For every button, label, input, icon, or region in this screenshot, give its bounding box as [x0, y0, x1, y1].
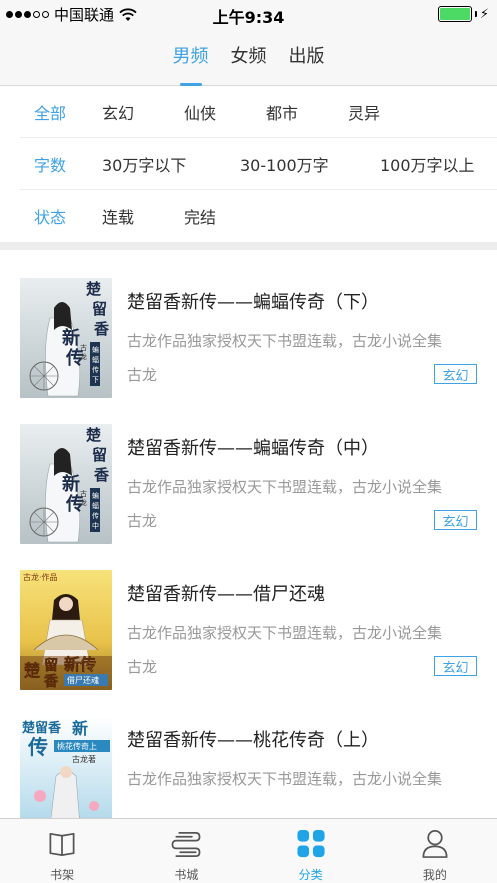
- bottom-tab-bar: 书架 书城 分类 我的: [0, 818, 497, 883]
- book-item[interactable]: 楚 留 香 新 传 蝙 蝠 传 中 古 龙 楚留香新传——蝙蝠传奇（中） 古龙作…: [0, 396, 497, 544]
- svg-text:香: 香: [94, 320, 109, 338]
- nav-label: 书架: [50, 868, 75, 882]
- filter-lingyi[interactable]: 灵异: [348, 100, 430, 124]
- book-author: 古龙: [127, 658, 158, 676]
- filter-under-30w[interactable]: 30万字以下: [102, 152, 240, 176]
- book-title[interactable]: 楚留香新传——桃花传奇（上）: [127, 726, 379, 752]
- svg-text:蝠: 蝠: [92, 502, 99, 510]
- filter-serial[interactable]: 连载: [102, 204, 184, 228]
- filter-xianxia[interactable]: 仙侠: [184, 100, 266, 124]
- wordcount-label: 字数: [34, 155, 67, 175]
- svg-text:传: 传: [92, 511, 99, 520]
- tab-publish[interactable]: 出版: [289, 42, 325, 72]
- svg-text:古龙著: 古龙著: [72, 754, 96, 764]
- svg-text:蝙: 蝙: [92, 491, 99, 500]
- svg-text:新: 新: [62, 327, 80, 349]
- book-cover[interactable]: 古龙·作品 楚 留 香 新传 借尸还魂: [20, 570, 112, 690]
- svg-text:楚: 楚: [86, 426, 102, 444]
- nav-label: 书城: [174, 868, 199, 882]
- svg-text:古龙·作品: 古龙·作品: [23, 572, 58, 582]
- book-genre-tag: 玄幻: [434, 510, 477, 530]
- book-genre-tag: 玄幻: [434, 364, 477, 384]
- svg-text:留: 留: [92, 446, 107, 464]
- nav-bookstore[interactable]: 书城: [124, 819, 248, 883]
- filter-dushi[interactable]: 都市: [266, 100, 348, 124]
- book-list: 楚 留 香 新 传 蝙 蝠 传 下 古 龙 楚留香新传——蝙蝠传奇（下） 古龙作…: [0, 250, 497, 818]
- svg-text:楚: 楚: [86, 280, 102, 298]
- filter-panel: 全部 玄幻 仙侠 都市 灵异 字数 30万字以下 30-100万字 100万字以…: [0, 86, 497, 242]
- svg-text:借尸还魂: 借尸还魂: [67, 675, 99, 685]
- book-cover[interactable]: 楚 留 香 新 传 蝙 蝠 传 下 古 龙: [20, 278, 112, 398]
- status-label: 状态: [34, 208, 67, 227]
- grid-icon: [297, 829, 325, 858]
- section-divider: [0, 242, 497, 250]
- battery-icon: ⚡: [437, 6, 489, 22]
- svg-text:新: 新: [62, 473, 80, 495]
- nav-label: 分类: [298, 868, 323, 882]
- filter-over-100w[interactable]: 100万字以上: [380, 152, 475, 176]
- svg-text:新: 新: [72, 719, 88, 738]
- channel-tabs: 男频 女频 出版: [0, 28, 497, 86]
- category-filter-row: 全部 玄幻 仙侠 都市 灵异: [20, 86, 497, 138]
- book-author: 古龙: [127, 512, 158, 530]
- svg-text:古: 古: [80, 489, 87, 498]
- book-description: 古龙作品独家授权天下书盟连载，古龙小说全集: [127, 770, 443, 788]
- book-cover[interactable]: 楚留香 新 传 桃花传奇上 古龙著: [20, 716, 112, 818]
- svg-text:传: 传: [27, 735, 48, 759]
- book-item[interactable]: 楚留香 新 传 桃花传奇上 古龙著 楚留香新传——桃花传奇（上） 古龙作品独家授…: [0, 688, 497, 818]
- svg-text:中: 中: [92, 521, 99, 530]
- svg-text:蝠: 蝠: [92, 356, 99, 364]
- book-icon: [49, 832, 75, 856]
- status-bar: 中国联通 上午9:34 ⚡: [0, 0, 497, 28]
- svg-text:龙: 龙: [80, 498, 87, 507]
- status-filter-row: 状态 连载 完结: [20, 190, 497, 242]
- book-cover[interactable]: 楚 留 香 新 传 蝙 蝠 传 中 古 龙: [20, 424, 112, 544]
- filter-xuanhuan[interactable]: 玄幻: [102, 100, 184, 124]
- tab-male[interactable]: 男频: [173, 42, 209, 72]
- book-description: 古龙作品独家授权天下书盟连载，古龙小说全集: [127, 624, 443, 642]
- filter-30-100w[interactable]: 30-100万字: [240, 152, 380, 176]
- svg-text:楚: 楚: [24, 661, 41, 680]
- tab-female[interactable]: 女频: [231, 42, 267, 72]
- svg-text:楚留香: 楚留香: [22, 720, 62, 736]
- svg-text:新传: 新传: [64, 655, 96, 674]
- svg-text:香: 香: [94, 466, 109, 484]
- svg-text:留: 留: [44, 657, 58, 674]
- svg-text:下: 下: [92, 376, 99, 384]
- person-icon: [422, 830, 448, 858]
- nav-category[interactable]: 分类: [249, 819, 373, 883]
- nav-bookshelf[interactable]: 书架: [0, 819, 124, 883]
- status-time: 上午9:34: [212, 8, 285, 27]
- nav-label: 我的: [422, 868, 447, 882]
- book-title[interactable]: 楚留香新传——借尸还魂: [127, 580, 325, 606]
- wordcount-filter-row: 字数 30万字以下 30-100万字 100万字以上: [20, 138, 497, 190]
- book-description: 古龙作品独家授权天下书盟连载，古龙小说全集: [127, 478, 443, 496]
- svg-text:龙: 龙: [80, 352, 87, 361]
- filter-finished[interactable]: 完结: [184, 204, 216, 228]
- store-icon: [171, 831, 201, 857]
- svg-text:传: 传: [92, 365, 99, 374]
- book-author: 古龙: [127, 366, 158, 384]
- book-item[interactable]: 楚 留 香 新 传 蝙 蝠 传 下 古 龙 楚留香新传——蝙蝠传奇（下） 古龙作…: [0, 250, 497, 398]
- book-genre-tag: 玄幻: [434, 656, 477, 676]
- svg-text:蝙: 蝙: [92, 345, 99, 354]
- svg-text:留: 留: [92, 300, 107, 318]
- book-title[interactable]: 楚留香新传——蝙蝠传奇（中）: [127, 434, 379, 460]
- svg-text:桃花传奇上: 桃花传奇上: [57, 741, 97, 751]
- book-title[interactable]: 楚留香新传——蝙蝠传奇（下）: [127, 288, 379, 314]
- book-description: 古龙作品独家授权天下书盟连载，古龙小说全集: [127, 332, 443, 350]
- book-item[interactable]: 古龙·作品 楚 留 香 新传 借尸还魂 楚留香新传——借尸还魂 古龙作品独家授权…: [0, 542, 497, 690]
- nav-profile[interactable]: 我的: [373, 819, 497, 883]
- filter-all[interactable]: 全部: [20, 100, 102, 124]
- svg-text:古: 古: [80, 343, 87, 352]
